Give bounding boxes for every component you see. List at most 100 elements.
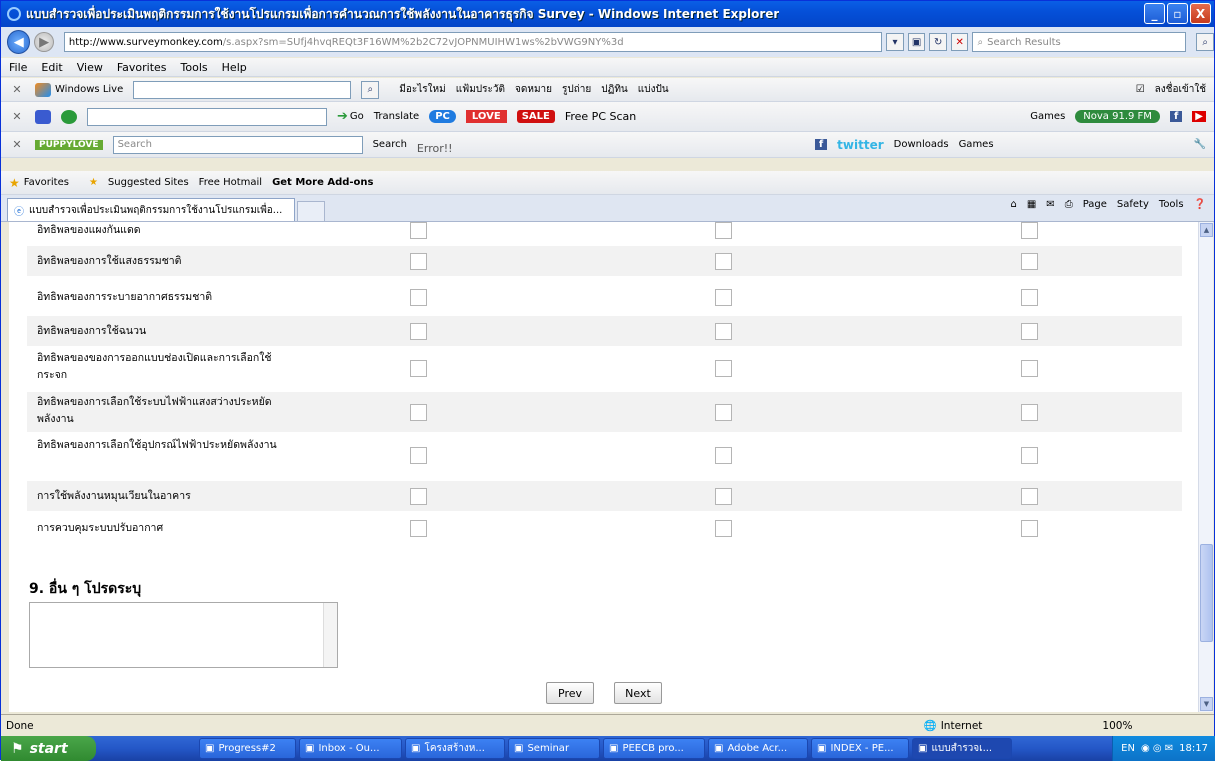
forward-button[interactable]: ▶ bbox=[34, 32, 54, 52]
radio-station[interactable]: Nova 91.9 FM bbox=[1075, 110, 1160, 123]
prev-button[interactable]: Prev bbox=[546, 682, 594, 704]
scroll-thumb[interactable] bbox=[1200, 544, 1213, 642]
other-textarea[interactable] bbox=[29, 602, 338, 668]
get-addons-link[interactable]: Get More Add-ons bbox=[272, 177, 373, 188]
language-indicator[interactable]: EN bbox=[1121, 743, 1135, 754]
maximize-button[interactable]: ▫ bbox=[1167, 3, 1188, 24]
go-button[interactable]: Go bbox=[350, 111, 364, 122]
minimize-button[interactable]: _ bbox=[1144, 3, 1165, 24]
toolbar-games-link[interactable]: Games bbox=[959, 139, 994, 150]
survey-checkbox-col-2[interactable] bbox=[715, 359, 732, 377]
tray-icons[interactable]: ◉ ◎ ✉ bbox=[1141, 743, 1173, 754]
home-icon[interactable]: ⌂ bbox=[1010, 199, 1016, 210]
downloads-link[interactable]: Downloads bbox=[894, 139, 949, 150]
survey-checkbox-col-3[interactable] bbox=[1021, 487, 1038, 505]
zoom-level[interactable]: 100% bbox=[1102, 720, 1132, 732]
taskbar-item[interactable]: ▣ Progress#2 bbox=[199, 738, 296, 759]
menu-tools[interactable]: Tools bbox=[181, 61, 208, 74]
menu-edit[interactable]: Edit bbox=[41, 61, 62, 74]
survey-checkbox-col-3[interactable] bbox=[1021, 252, 1038, 270]
feeds-icon[interactable]: ▦ bbox=[1027, 199, 1036, 210]
go-arrow-icon[interactable]: ➔ bbox=[337, 109, 348, 124]
menu-view[interactable]: View bbox=[77, 61, 103, 74]
favorites-button[interactable]: Favorites bbox=[24, 177, 69, 188]
survey-checkbox-col-2[interactable] bbox=[715, 403, 732, 421]
close-toolbar-icon[interactable]: ✕ bbox=[9, 110, 25, 123]
refresh-icon[interactable]: ↻ bbox=[929, 33, 947, 51]
title-bar[interactable]: แบบสำรวจเพื่อประเมินพฤติกรรมการใช้งานโปร… bbox=[1, 1, 1214, 27]
live-link-whatsnew[interactable]: มีอะไรใหม่ bbox=[399, 82, 445, 97]
compatibility-icon[interactable]: ▣ bbox=[907, 33, 926, 51]
page-menu[interactable]: Page bbox=[1083, 199, 1107, 210]
survey-checkbox-col-2[interactable] bbox=[715, 288, 732, 306]
url-dropdown-icon[interactable]: ▾ bbox=[886, 33, 904, 51]
search-button[interactable]: Search bbox=[373, 139, 407, 150]
mail-icon[interactable]: ✉ bbox=[1046, 199, 1054, 210]
start-button[interactable]: ⚑ start bbox=[1, 736, 96, 761]
free-hotmail-link[interactable]: Free Hotmail bbox=[199, 177, 262, 188]
close-toolbar-icon[interactable]: ✕ bbox=[9, 83, 25, 96]
sale-badge[interactable]: SALE bbox=[516, 110, 555, 123]
translate-input[interactable] bbox=[87, 107, 327, 126]
live-signin[interactable]: ลงชื่อเข้าใช้ bbox=[1155, 82, 1206, 97]
survey-checkbox-col-1[interactable] bbox=[410, 519, 427, 537]
free-pc-scan-link[interactable]: Free PC Scan bbox=[565, 110, 636, 123]
survey-checkbox-col-2[interactable] bbox=[715, 322, 732, 340]
safety-menu[interactable]: Safety bbox=[1117, 199, 1149, 210]
taskbar-item[interactable]: ▣ PEECB pro... bbox=[603, 738, 705, 759]
windows-live-search-input[interactable] bbox=[133, 80, 352, 99]
survey-checkbox-col-1[interactable] bbox=[410, 252, 427, 270]
survey-checkbox-col-2[interactable] bbox=[715, 222, 732, 239]
survey-checkbox-col-3[interactable] bbox=[1021, 288, 1038, 306]
scroll-up-icon[interactable]: ▲ bbox=[1200, 223, 1213, 237]
tab-survey[interactable]: ⓔ แบบสำรวจเพื่อประเมินพฤติกรรมการใช้งานโ… bbox=[7, 198, 295, 221]
print-icon[interactable]: ⎙ bbox=[1065, 199, 1073, 210]
games-link[interactable]: Games bbox=[1030, 111, 1065, 122]
survey-checkbox-col-1[interactable] bbox=[410, 359, 427, 377]
menu-favorites[interactable]: Favorites bbox=[117, 61, 167, 74]
survey-checkbox-col-2[interactable] bbox=[715, 519, 732, 537]
toolbar-search-input[interactable]: Search bbox=[112, 135, 363, 154]
survey-checkbox-col-3[interactable] bbox=[1021, 222, 1038, 239]
live-link-photos[interactable]: รูปถ่าย bbox=[562, 82, 591, 97]
search-results-input[interactable]: ⌕ Search Results bbox=[972, 32, 1187, 52]
taskbar-item[interactable]: ▣ Seminar bbox=[508, 738, 600, 759]
next-button[interactable]: Next bbox=[614, 682, 662, 704]
survey-checkbox-col-3[interactable] bbox=[1021, 322, 1038, 340]
survey-checkbox-col-2[interactable] bbox=[715, 252, 732, 270]
stop-icon[interactable]: ✕ bbox=[950, 33, 969, 51]
globe-icon[interactable] bbox=[61, 109, 77, 124]
taskbar-item[interactable]: ▣ โครงสร้างห... bbox=[405, 738, 505, 759]
page-scrollbar[interactable]: ▲ ▼ bbox=[1198, 222, 1213, 712]
survey-checkbox-col-1[interactable] bbox=[410, 288, 427, 306]
flag-icon[interactable] bbox=[35, 109, 51, 124]
textarea-scrollbar[interactable] bbox=[323, 603, 337, 667]
url-input[interactable]: http://www.surveymonkey.com/s.aspx?sm=SU… bbox=[63, 32, 883, 52]
facebook-icon[interactable]: f bbox=[1169, 111, 1183, 122]
live-link-share[interactable]: แบ่งปัน bbox=[638, 82, 669, 97]
close-toolbar-icon[interactable]: ✕ bbox=[9, 138, 25, 151]
translate-button[interactable]: Translate bbox=[374, 111, 419, 122]
new-tab-button[interactable] bbox=[297, 201, 325, 221]
survey-checkbox-col-1[interactable] bbox=[410, 403, 427, 421]
facebook-icon[interactable]: f bbox=[814, 139, 828, 150]
menu-help[interactable]: Help bbox=[222, 61, 247, 74]
menu-file[interactable]: File bbox=[9, 61, 27, 74]
twitter-link[interactable]: twitter bbox=[837, 138, 883, 152]
survey-checkbox-col-2[interactable] bbox=[715, 446, 732, 464]
taskbar-item[interactable]: ▣ INDEX - PE... bbox=[811, 738, 909, 759]
survey-checkbox-col-3[interactable] bbox=[1021, 446, 1038, 464]
love-badge[interactable]: LOVE bbox=[465, 110, 507, 123]
close-button[interactable]: X bbox=[1190, 3, 1211, 24]
pc-badge[interactable]: PC bbox=[429, 110, 456, 123]
survey-checkbox-col-1[interactable] bbox=[410, 322, 427, 340]
taskbar-item[interactable]: ▣ Adobe Acr... bbox=[708, 738, 808, 759]
survey-checkbox-col-2[interactable] bbox=[715, 487, 732, 505]
taskbar-item[interactable]: ▣ แบบสำรวจเ... bbox=[912, 738, 1012, 759]
survey-checkbox-col-1[interactable] bbox=[410, 487, 427, 505]
survey-checkbox-col-3[interactable] bbox=[1021, 519, 1038, 537]
toolbar-logo[interactable]: PUPPYLOVE bbox=[35, 139, 103, 150]
survey-checkbox-col-1[interactable] bbox=[410, 446, 427, 464]
add-favorite-icon[interactable]: ★ bbox=[89, 177, 98, 188]
survey-checkbox-col-1[interactable] bbox=[410, 222, 427, 239]
